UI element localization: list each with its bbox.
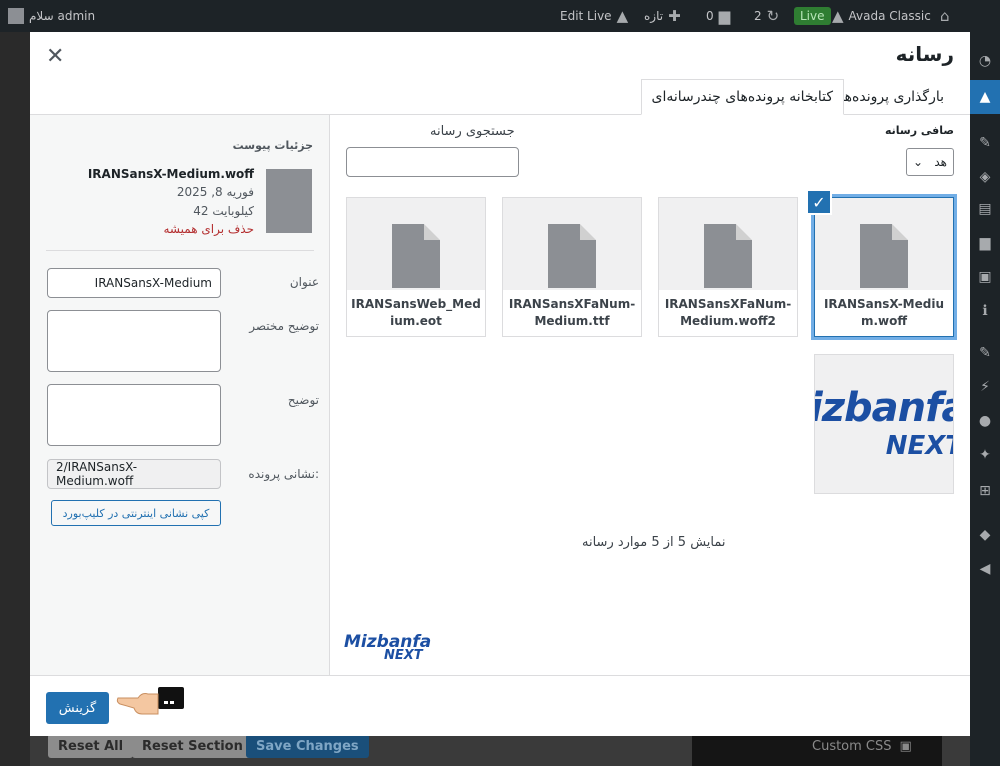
pages-icon[interactable]: ▤	[976, 200, 994, 218]
account-menu[interactable]: سلام admin	[8, 0, 95, 32]
edit-live-label: Edit Live	[560, 9, 612, 23]
admin-side-menu: ◔ ▲ ✎ ◈ ▤ ▆ ▣ ℹ ✎ ⚡ ● ✦ ⊞ ◆ ◀	[970, 32, 1000, 766]
dashboard-icon[interactable]: ◔	[976, 52, 994, 70]
avatar	[8, 8, 24, 24]
plus-icon: ✚	[668, 7, 681, 25]
collapse-icon[interactable]: ◀	[976, 560, 994, 578]
attachment-filename: IRANSansX-Medium.woff	[815, 290, 953, 336]
delete-permanently-link[interactable]: حذف برای همیشه	[164, 222, 255, 236]
attachment-details-sidebar: جزئیات پیوست IRANSansX-Medium.woff فوریه…	[30, 115, 330, 675]
tab-upload-files[interactable]: بارگذاری پرونده‌ها	[830, 79, 954, 115]
watermark-line2: NEXT	[384, 648, 423, 663]
details-date: فوریه 8, 2025	[176, 185, 254, 199]
admin-bar: سلام admin Edit Live ▲ تازه ✚ 0 ▆ 2 ↻ Li…	[0, 0, 1000, 32]
modal-title: رسانه	[895, 42, 954, 66]
details-filename: IRANSansX-Medium.woff	[87, 167, 254, 181]
avada-menu-icon[interactable]: ▲	[976, 88, 994, 106]
description-label: توضیح	[287, 393, 319, 407]
file-thumbnail	[266, 169, 312, 233]
document-icon	[548, 224, 596, 288]
attachment-item[interactable]: IRANSansXFaNum-Medium.woff2	[658, 197, 798, 337]
chevron-down-icon: ⌄	[913, 155, 924, 169]
layers-icon[interactable]: ◆	[976, 526, 994, 544]
details-size: 42 کیلوبایت	[193, 204, 254, 218]
attachment-item[interactable]: IRANSansXFaNum-Medium.ttf	[502, 197, 642, 337]
custom-css-tab[interactable]: Custom CSS ▣	[812, 736, 912, 756]
plugin-icon[interactable]: ⚡	[976, 378, 994, 396]
info-icon[interactable]: ℹ	[976, 302, 994, 320]
image-logo-main: izbanfa	[814, 385, 953, 431]
attachment-filename: IRANSansXFaNum-Medium.ttf	[503, 290, 641, 336]
background-page	[0, 32, 30, 766]
file-url-label: نشانی پرونده:	[248, 467, 319, 481]
attachment-item[interactable]: IRANSansWeb_Medium.eot	[346, 197, 486, 337]
checkmark-icon[interactable]: ✓	[806, 189, 832, 215]
modal-toolbar: گزینش	[30, 675, 970, 736]
plugins-icon[interactable]: ◈	[976, 168, 994, 186]
comments-count: 0	[706, 9, 714, 23]
tools-icon[interactable]: ✦	[976, 446, 994, 464]
reset-all-button[interactable]: Reset All	[48, 734, 134, 758]
save-changes-button[interactable]: Save Changes	[246, 734, 369, 758]
comments-icon[interactable]: ▆	[976, 234, 994, 252]
details-divider	[46, 250, 314, 251]
document-icon	[392, 224, 440, 288]
settings-icon[interactable]: ⊞	[976, 482, 994, 500]
home-icon: ⌂	[940, 7, 950, 25]
attachment-item[interactable]: IRANSansX-Medium.woff ✓	[806, 189, 954, 337]
image-logo-sub: NEXT	[885, 431, 953, 461]
comments-link[interactable]: 0 ▆	[706, 0, 730, 32]
refresh-icon: ↻	[766, 7, 780, 25]
media-filter-select[interactable]: ⌄ هد	[906, 148, 954, 176]
users-icon[interactable]: ●	[976, 412, 994, 430]
caption-field[interactable]	[47, 310, 221, 372]
css-icon: ▣	[899, 738, 912, 754]
caption-label: توضیح مختصر	[249, 319, 319, 333]
avada-icon: ▲	[616, 7, 629, 25]
title-field[interactable]: IRANSansX-Medium	[47, 268, 221, 298]
updates-count: 2	[754, 9, 762, 23]
image-logo-text: izbanfa/	[814, 385, 953, 431]
live-badge-label: Live	[794, 7, 831, 25]
avada-logo-icon: ▲	[832, 7, 844, 25]
new-content-menu[interactable]: تازه ✚	[644, 0, 681, 32]
copy-url-button[interactable]: کپی نشانی اینترنتی در کلیپ‌بورد	[51, 500, 221, 526]
attachment-filename: IRANSansXFaNum-Medium.woff2	[659, 290, 797, 336]
watermark-letter: M	[344, 632, 361, 652]
watermark-logo: Mizbanfa NEXT	[344, 632, 444, 664]
pin-icon[interactable]: ✎	[976, 134, 994, 152]
image-attachment-item[interactable]: izbanfa/ NEXT	[814, 354, 954, 494]
document-icon	[860, 224, 908, 288]
theme-name: Avada Classic	[848, 9, 931, 23]
close-icon[interactable]: ✕	[46, 44, 64, 69]
updates-link[interactable]: 2 ↻	[754, 0, 779, 32]
search-input[interactable]	[346, 147, 519, 177]
attachment-filename: IRANSansWeb_Medium.eot	[347, 290, 485, 336]
file-url-field[interactable]: 2/IRANSansX-Medium.woff	[47, 459, 221, 489]
theme-menu[interactable]: ▲ Avada Classic	[832, 0, 931, 32]
media-filter-label: صافی رسانه	[884, 124, 954, 137]
custom-css-label: Custom CSS	[812, 738, 892, 754]
document-icon	[704, 224, 752, 288]
greeting-text: سلام admin	[29, 9, 96, 23]
attachments-count: نمایش 5 از 5 موارد رسانه	[582, 535, 726, 550]
title-label: عنوان	[289, 275, 319, 289]
new-label: تازه	[644, 9, 664, 23]
reset-section-button[interactable]: Reset Section	[132, 734, 253, 758]
media-modal: ✕ رسانه بارگذاری پرونده‌ها کتابخانه پرون…	[30, 32, 970, 736]
tab-media-library[interactable]: کتابخانه پرونده‌های چندرسانه‌ای	[640, 79, 844, 115]
select-button[interactable]: گزینش	[46, 692, 109, 724]
description-field[interactable]	[47, 384, 221, 446]
home-link[interactable]: ⌂	[940, 0, 950, 32]
media-icon[interactable]: ▣	[976, 268, 994, 286]
filter-selected-value: هد	[934, 155, 947, 169]
appearance-icon[interactable]: ✎	[976, 344, 994, 362]
live-badge[interactable]: Live	[794, 0, 831, 32]
hand-pointer-icon	[116, 687, 184, 715]
search-label: جستجوی رسانه	[430, 124, 515, 139]
details-heading: جزئیات پیوست	[232, 139, 313, 152]
edit-live-link[interactable]: Edit Live ▲	[560, 0, 628, 32]
comment-icon: ▆	[718, 7, 731, 25]
